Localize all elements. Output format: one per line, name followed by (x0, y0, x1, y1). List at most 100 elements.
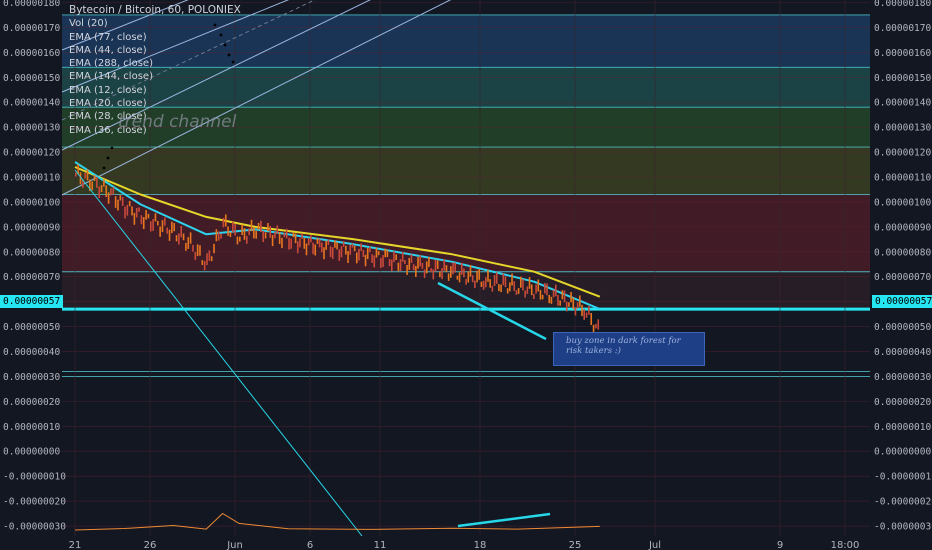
price-candle (511, 273, 513, 286)
y-tick-label-right: 0.00000050 (874, 322, 931, 333)
price-candle (189, 232, 192, 244)
price-candle (299, 238, 301, 248)
y-tick-label-right: 0.00000090 (874, 222, 931, 233)
price-candle (203, 260, 206, 271)
price-candle (239, 236, 241, 242)
price-candle (303, 238, 306, 249)
price-candle (269, 226, 272, 238)
price-candle (307, 237, 310, 246)
price-candle (364, 254, 367, 267)
price-candle (498, 284, 500, 292)
price-candle (572, 297, 575, 310)
price-candle (480, 281, 483, 287)
price-candle (428, 256, 430, 267)
price-candle (171, 221, 173, 234)
y-tick-label-left: 0.00000170 (3, 23, 60, 34)
price-candle (253, 227, 255, 239)
price-candle (373, 255, 376, 268)
price-candle (84, 172, 86, 179)
price-candle (93, 175, 96, 181)
price-candle (271, 234, 274, 247)
price-candle (312, 242, 314, 255)
price-candle (443, 259, 446, 271)
price-candle (513, 281, 516, 291)
y-tick-label-left: 0.00000010 (3, 422, 60, 433)
price-candle (519, 276, 522, 288)
price-candle (533, 293, 535, 300)
price-candle (469, 265, 472, 277)
price-candle (581, 304, 583, 317)
price-candle (419, 255, 421, 267)
price-candle (206, 253, 208, 266)
x-tick-label: 9 (777, 540, 783, 550)
price-chart[interactable]: 0.00000180 0.00000170 0.00000160 0.00000150… (0, 0, 932, 550)
price-candle (147, 213, 150, 219)
price-candle (423, 269, 426, 278)
price-candle (292, 232, 295, 238)
price-candle (100, 185, 103, 193)
price-zone (62, 194, 870, 272)
price-candle (217, 231, 220, 241)
price-candle (493, 274, 496, 286)
price-candle (517, 288, 520, 294)
y-tick-label-right: 0.00000170 (874, 23, 931, 34)
price-candle (234, 223, 236, 236)
price-candle (166, 227, 168, 234)
price-candle (105, 185, 108, 198)
buy-zone-note[interactable]: buy zone in dark forest for risk takers … (553, 332, 705, 366)
price-candle (465, 278, 467, 285)
price-candle (243, 228, 246, 240)
y-tick-label-right: 0.00000110 (874, 173, 931, 184)
price-candle (590, 312, 593, 325)
price-candle (182, 233, 185, 241)
price-candle (489, 279, 491, 288)
price-candle (194, 252, 197, 260)
y-tick-label-left: 0.00000050 (3, 322, 60, 333)
price-candle (281, 237, 283, 249)
price-candle (329, 246, 332, 258)
price-candle (334, 240, 336, 248)
x-tick-label: 18 (474, 540, 487, 550)
dotted-marker (219, 33, 223, 37)
price-candle (229, 232, 232, 238)
x-tick-label: Jul (648, 540, 661, 550)
price-candle (323, 247, 325, 260)
price-candle (506, 288, 509, 294)
price-candle (236, 236, 239, 245)
price-candle (541, 294, 544, 300)
price-candle (509, 282, 511, 292)
price-candle (563, 290, 566, 303)
price-candle (325, 240, 327, 250)
price-candle (570, 291, 572, 303)
price-candle (445, 265, 448, 273)
price-candle (579, 295, 581, 307)
price-candle (371, 254, 373, 263)
price-candle (168, 229, 171, 241)
price-candle (124, 206, 126, 219)
price-candle (126, 204, 129, 216)
price-candle (296, 241, 299, 254)
price-candle (215, 229, 218, 242)
price-candle (305, 243, 308, 256)
price-candle (119, 195, 122, 201)
price-candle (220, 233, 222, 239)
y-tick-label-left: -0.00000010 (3, 472, 66, 483)
y-tick-label-left: 0.00000110 (3, 173, 60, 184)
price-candle (283, 232, 286, 238)
price-candle (425, 261, 428, 274)
price-candle (386, 249, 389, 258)
price-candle (550, 296, 553, 304)
price-candle (565, 301, 568, 312)
y-axis-left: 0.00000180 0.00000170 0.00000160 0.00000150… (3, 0, 66, 533)
price-candle (380, 257, 382, 268)
price-candle (112, 187, 115, 195)
y-tick-label-right: 0.00000080 (874, 247, 931, 258)
price-candle (436, 260, 439, 269)
price-candle (561, 290, 564, 300)
price-candle (187, 237, 190, 249)
y-tick-label-left: 0.00000100 (3, 197, 60, 208)
price-candle (327, 239, 330, 245)
trend-channel-label: trend channel (118, 112, 237, 132)
price-candle (131, 206, 133, 216)
dotted-marker (102, 166, 106, 170)
